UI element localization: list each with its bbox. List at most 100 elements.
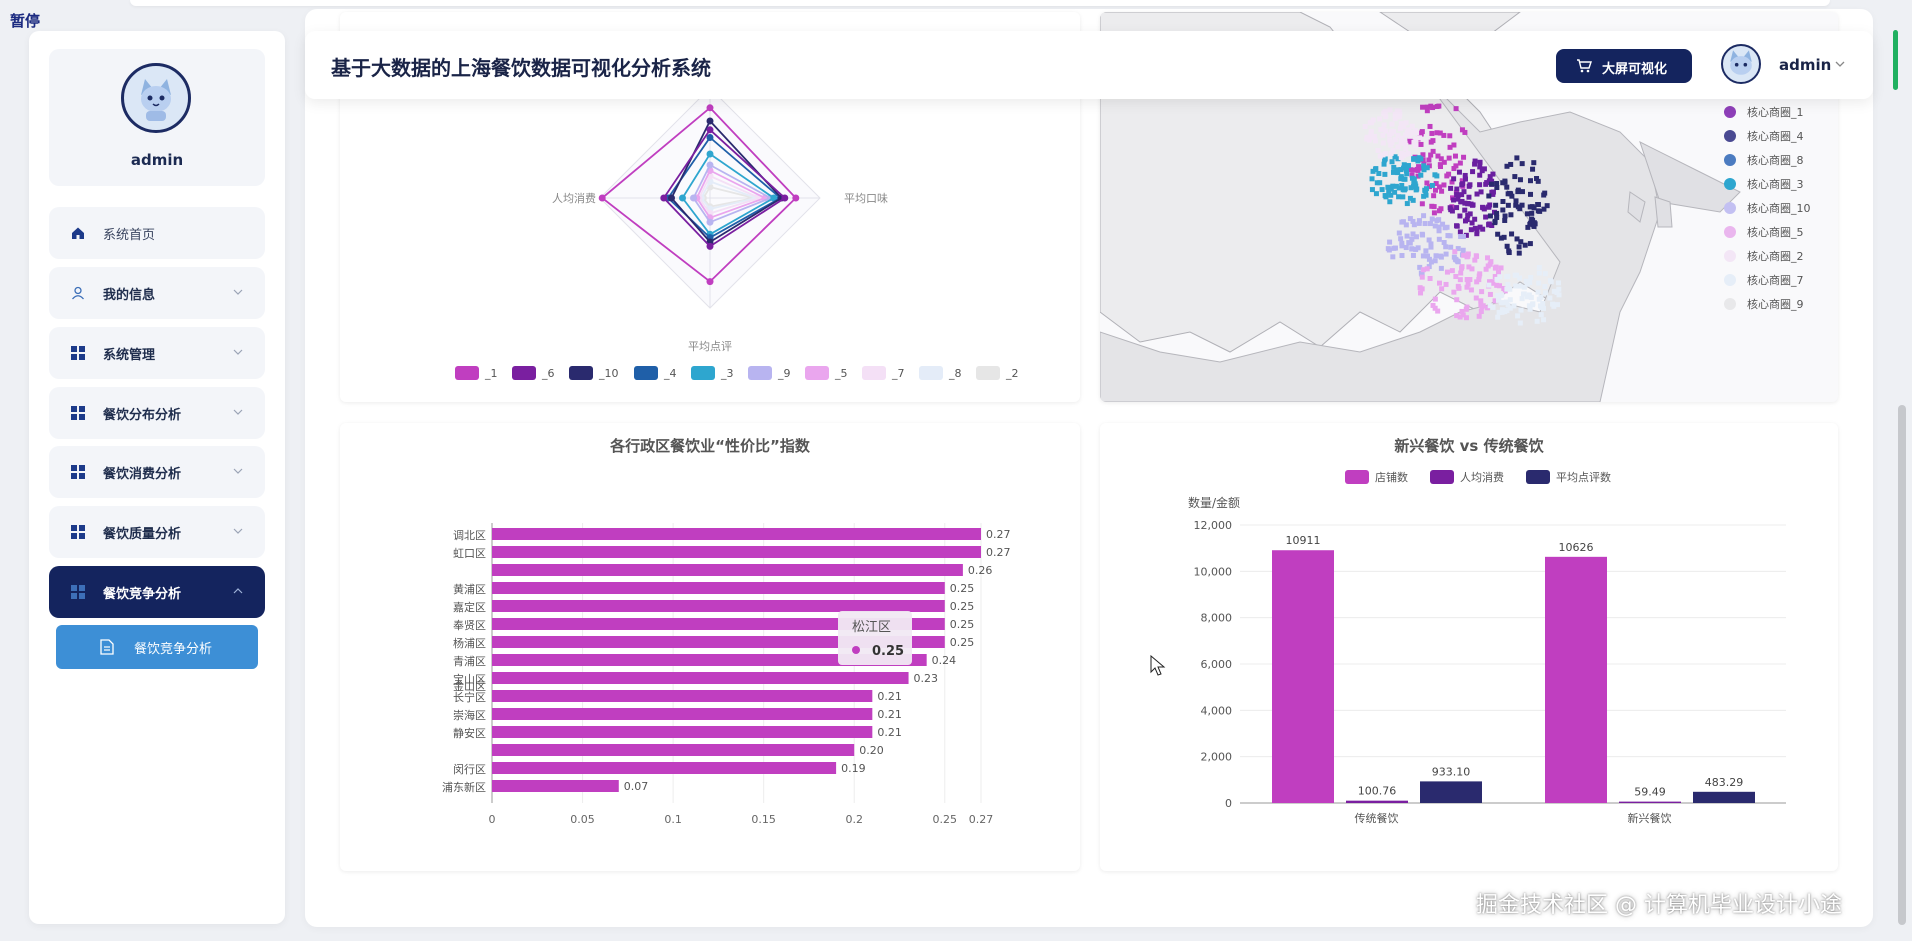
x-tick-label: 0.27 [969,813,994,826]
map-point [1485,255,1491,261]
map-point [1455,283,1461,289]
map-point [1380,132,1386,138]
y-tick-label: 虹口区 [453,547,486,560]
map-point [1418,156,1424,162]
y-tick-label: 静安区 [453,726,486,740]
bigscreen-button[interactable]: 大屏可视化 [1556,49,1692,83]
map-point [1479,168,1485,174]
map-point [1457,160,1463,166]
map-point [1509,231,1515,237]
map-point [1448,244,1454,250]
bar-value-label: 0.20 [859,744,884,757]
chevron-up-icon [233,588,243,594]
scrollbar[interactable] [1898,405,1906,925]
radar-point [706,126,714,134]
map-point [1536,280,1542,286]
map-point [1527,178,1533,184]
map-point [1418,141,1424,147]
map-point [1423,188,1429,194]
map-point [1429,182,1435,188]
map-point [1524,211,1530,217]
map-point [1453,106,1459,112]
legend-marker [1724,226,1736,238]
map-point [1458,199,1464,205]
radar-point [668,194,675,202]
legend-swatch [862,366,886,380]
sidebar-item-home[interactable]: 系统首页 [49,207,265,259]
map-point [1451,176,1457,182]
radar-point [706,150,714,158]
map-point [1519,161,1525,167]
map-point [1420,232,1426,238]
map-point [1519,189,1525,195]
map-point [1429,216,1435,222]
chevron-down-icon [233,528,243,534]
map-point [1443,281,1449,287]
map-point [1458,270,1464,276]
profile-username: admin [130,151,184,169]
bar [1420,781,1482,803]
map-point [1505,273,1511,279]
map-point [1402,186,1408,192]
profile-card: admin [49,49,265,186]
map-point [1467,182,1473,188]
map-point [1397,111,1403,117]
sidebar-item-system[interactable]: 系统管理 [49,327,265,379]
map-point [1459,127,1465,133]
map-point [1400,219,1406,225]
y-tick-label: 青浦区 [453,655,486,668]
tooltip-value: 0.25 [872,644,904,659]
sidebar-item-quality[interactable]: 餐饮质量分析 [49,506,265,558]
x-tick-label: 新兴餐饮 [1628,811,1672,825]
map-point [1535,178,1541,184]
bar [492,726,873,738]
y-tick-label: 调北区 [453,529,486,542]
sidebar-item-distribution[interactable]: 餐饮分布分析 [49,387,265,439]
x-tick-label: 0.1 [664,813,682,826]
map-point [1522,242,1528,248]
map-point [1451,254,1457,260]
map-point [1486,221,1492,227]
map-point [1401,162,1407,168]
legend-swatch [455,366,479,380]
map-point [1418,172,1424,178]
y-tick-label: 奉贤区 [453,618,486,632]
bar-value-label: 59.49 [1634,786,1666,799]
sidebar-item-competition[interactable]: 餐饮竞争分析 [49,566,265,618]
user-menu[interactable]: admin [1721,44,1851,86]
map-point [1463,306,1469,312]
map-point [1508,212,1514,218]
legend-label: 核心商圈_2 [1747,249,1804,263]
map-point [1411,156,1417,162]
x-tick-label: 0.2 [845,813,863,826]
map-point [1470,169,1476,175]
submenu-competition-analysis[interactable]: 餐饮竞争分析 [56,625,258,669]
map-point [1402,140,1408,146]
map-point [1479,304,1485,310]
submenu-label: 餐饮竞争分析 [134,642,213,657]
legend-label: _2 [1005,367,1019,380]
map-point [1472,225,1478,231]
map-point [1498,265,1504,271]
legend-swatch [512,366,536,380]
legend-swatch [634,366,658,380]
map-point [1441,239,1447,245]
map-point [1444,173,1450,179]
map-point [1466,264,1472,270]
y-tick-label: 浦东新区 [442,780,486,794]
map-point [1550,301,1556,307]
y-tick-label: 长宁区 [453,690,486,704]
sidebar-item-consumption[interactable]: 餐饮消费分析 [49,446,265,498]
map-point [1487,291,1493,297]
avatar[interactable] [121,63,191,133]
map-point [1405,151,1411,157]
map-point [1379,187,1385,193]
map-point [1473,295,1479,301]
sidebar-item-label: 餐饮分布分析 [103,408,182,423]
map-point [1441,182,1447,188]
side-indicator [1893,30,1898,90]
bar [1545,556,1607,803]
map-point [1387,107,1393,113]
map-point [1454,297,1460,303]
sidebar-item-my-info[interactable]: 我的信息 [49,267,265,319]
